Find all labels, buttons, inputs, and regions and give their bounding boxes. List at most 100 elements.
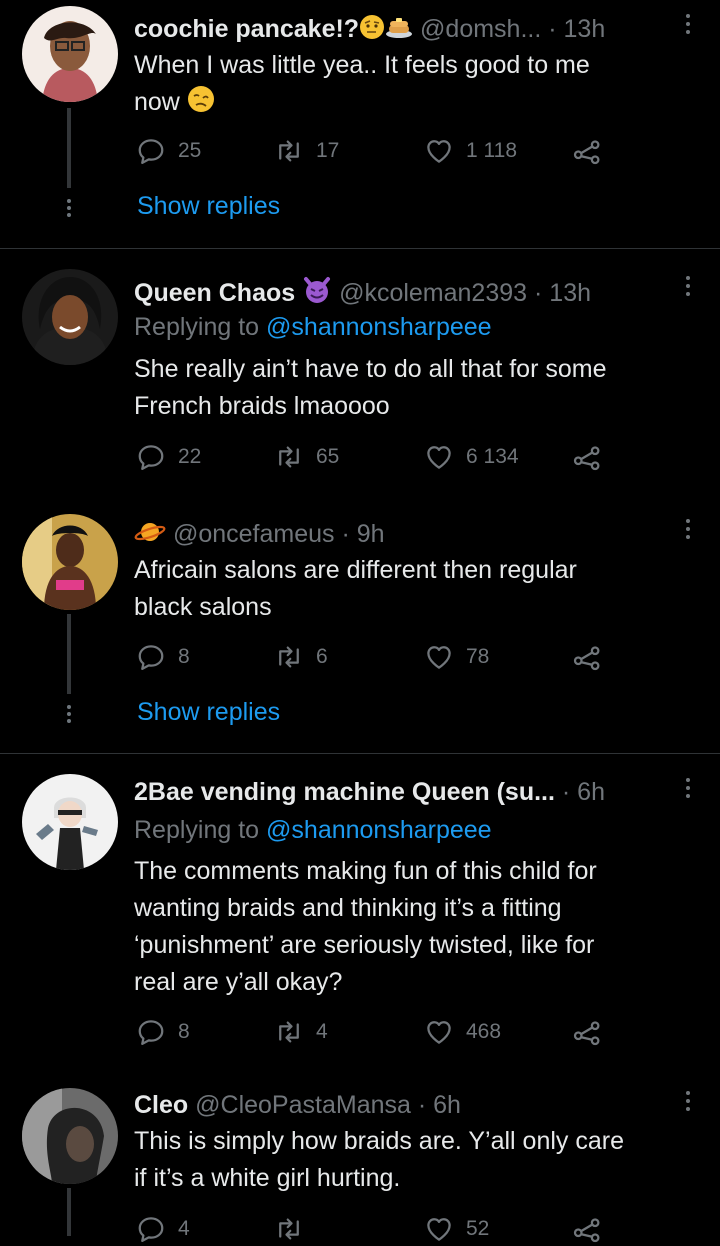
tweet-header: @oncefameus · 9h <box>134 519 664 552</box>
like-count: 1 118 <box>466 139 517 162</box>
reply-icon <box>136 136 166 166</box>
tweet-text-line: Africain salons are different then regul… <box>134 556 577 584</box>
show-replies-link[interactable]: Show replies <box>137 192 280 221</box>
retweet-button[interactable]: 6 <box>274 642 328 672</box>
replying-to-handle[interactable]: @shannonsharpeee <box>266 816 492 844</box>
display-name[interactable]: coochie pancake!? <box>134 15 359 43</box>
tweet-actions: 22 65 6 134 <box>136 442 616 474</box>
share-icon <box>572 642 602 672</box>
tweet-text: The comments making fun of this child fo… <box>134 853 690 1001</box>
timestamp[interactable]: · 9h <box>341 520 384 548</box>
tweet-3[interactable]: @oncefameus · 9h Africain salons are dif… <box>0 500 720 753</box>
handle[interactable]: @kcoleman2393 <box>339 279 527 307</box>
tweet-1[interactable]: coochie pancake!? @domsh... · 13h When I… <box>0 0 720 248</box>
handle[interactable]: @domsh... <box>420 15 541 43</box>
like-button[interactable]: 468 <box>424 1017 501 1047</box>
more-icon[interactable] <box>684 519 692 543</box>
reply-count: 8 <box>178 645 190 668</box>
avatar[interactable] <box>22 514 118 610</box>
retweet-button[interactable] <box>274 1214 316 1244</box>
thread-dots <box>64 196 74 220</box>
tweet-5[interactable]: Cleo @CleoPastaMansa · 6h This is simply… <box>0 1074 720 1236</box>
timestamp[interactable]: · 13h <box>548 15 605 43</box>
share-button[interactable] <box>572 136 602 166</box>
tweet-text-line: The comments making fun of this child fo… <box>134 857 597 885</box>
replying-to-handle[interactable]: @shannonsharpeee <box>266 313 492 341</box>
more-icon[interactable] <box>684 276 692 300</box>
tweet-actions: 25 17 1 118 <box>136 136 616 168</box>
retweet-icon <box>274 1017 304 1047</box>
tweet-text-line: French braids lmaoooo <box>134 392 390 420</box>
woozy-face-emoji-icon <box>187 85 215 124</box>
retweet-button[interactable]: 65 <box>274 442 339 472</box>
handle[interactable]: @CleoPastaMansa <box>195 1091 411 1119</box>
tweet-2[interactable]: Queen Chaos @kcoleman2393 · 13h Replying… <box>0 249 720 500</box>
tweet-text-line: She really ain’t have to do all that for… <box>134 355 607 383</box>
display-name[interactable]: Cleo <box>134 1091 188 1119</box>
like-button[interactable]: 52 <box>424 1214 489 1244</box>
timestamp[interactable]: · 13h <box>534 279 591 307</box>
avatar[interactable] <box>22 774 118 870</box>
more-icon[interactable] <box>684 778 692 802</box>
like-icon <box>424 1017 454 1047</box>
like-count: 52 <box>466 1217 490 1240</box>
timestamp[interactable]: · 6h <box>418 1091 461 1119</box>
tweet-text-line: if it’s a white girl hurting. <box>134 1164 401 1192</box>
reply-button[interactable]: 8 <box>136 1017 190 1047</box>
thread-line <box>67 1188 71 1236</box>
like-count: 6 134 <box>466 445 519 468</box>
display-name[interactable]: Queen Chaos <box>134 279 295 307</box>
retweet-button[interactable]: 4 <box>274 1017 328 1047</box>
share-button[interactable] <box>572 1017 602 1047</box>
retweet-icon <box>274 1214 304 1244</box>
share-icon <box>572 442 602 472</box>
tweet-text-line: ‘punishment’ are seriously twisted, like… <box>134 931 595 959</box>
share-button[interactable] <box>572 642 602 672</box>
reply-button[interactable]: 22 <box>136 442 201 472</box>
retweet-count: 6 <box>316 645 328 668</box>
tweet-header: Queen Chaos @kcoleman2393 · 13h <box>134 276 664 311</box>
more-icon[interactable] <box>684 14 692 38</box>
share-button[interactable] <box>572 442 602 472</box>
avatar[interactable] <box>22 6 118 102</box>
tweet-text-line: wanting braids and thinking it’s a fitti… <box>134 894 562 922</box>
reply-button[interactable]: 8 <box>136 642 190 672</box>
replying-to: Replying to @shannonsharpeee <box>134 313 492 341</box>
tweet-text: This is simply how braids are. Y’all onl… <box>134 1123 690 1197</box>
retweet-icon <box>274 642 304 672</box>
retweet-icon <box>274 442 304 472</box>
like-button[interactable]: 1 118 <box>424 136 517 166</box>
tweet-text-line: This is simply how braids are. Y’all onl… <box>134 1127 625 1155</box>
replying-to: Replying to @shannonsharpeee <box>134 816 492 844</box>
timestamp[interactable]: · 6h <box>562 778 605 806</box>
raised-eyebrow-emoji-icon <box>359 14 385 47</box>
show-replies-link[interactable]: Show replies <box>137 698 280 727</box>
retweet-count: 17 <box>316 139 340 162</box>
avatar[interactable] <box>22 1088 118 1184</box>
more-icon[interactable] <box>684 1091 692 1115</box>
reply-count: 25 <box>178 139 202 162</box>
share-icon <box>572 136 602 166</box>
like-icon <box>424 1214 454 1244</box>
tweet-text: Africain salons are different then regul… <box>134 552 690 626</box>
reply-icon <box>136 442 166 472</box>
tweet-text: When I was little yea.. It feels good to… <box>134 47 690 124</box>
like-icon <box>424 442 454 472</box>
tweet-header: coochie pancake!? @domsh... · 13h <box>134 14 664 47</box>
retweet-button[interactable]: 17 <box>274 136 339 166</box>
reply-button[interactable]: 4 <box>136 1214 190 1244</box>
reply-count: 8 <box>178 1020 190 1043</box>
reply-count: 22 <box>178 445 202 468</box>
share-button[interactable] <box>572 1214 602 1244</box>
tweet-4[interactable]: 2Bae vending machine Queen (su... · 6h R… <box>0 754 720 1074</box>
reply-icon <box>136 642 166 672</box>
reply-button[interactable]: 25 <box>136 136 201 166</box>
like-button[interactable]: 6 134 <box>424 442 519 472</box>
handle[interactable]: @oncefameus <box>173 520 335 548</box>
display-name[interactable]: 2Bae vending machine Queen (su... <box>134 778 555 806</box>
like-button[interactable]: 78 <box>424 642 489 672</box>
reply-icon <box>136 1017 166 1047</box>
thread-line <box>67 614 71 694</box>
like-count: 468 <box>466 1020 502 1043</box>
avatar[interactable] <box>22 269 118 365</box>
